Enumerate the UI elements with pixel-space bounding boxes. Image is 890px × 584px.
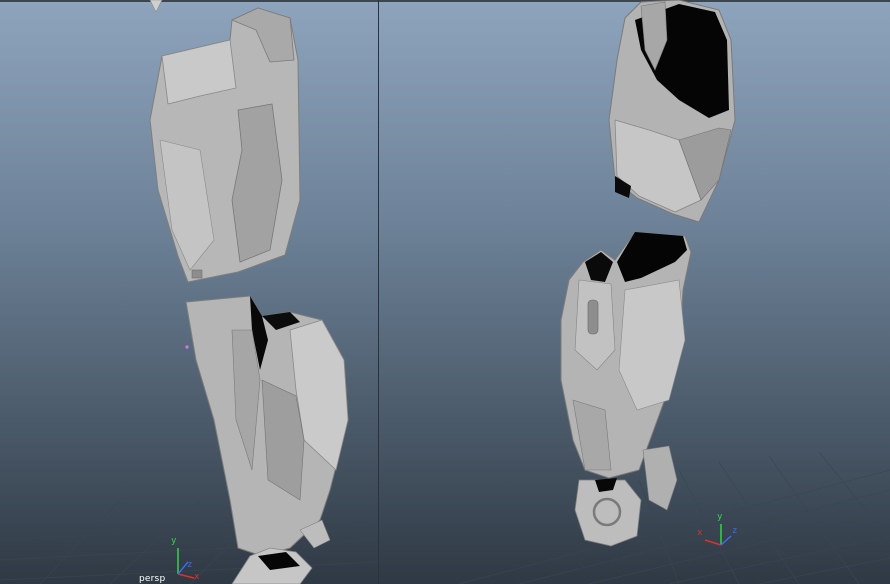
thigh-armor-mesh-side[interactable] (608, 0, 736, 223)
perspective-viewport-left[interactable]: y z x persp (0, 0, 379, 584)
viewport-scene-left[interactable] (0, 0, 378, 584)
axis-label-y: y (171, 536, 177, 546)
thigh-armor-mesh[interactable] (149, 0, 301, 283)
camera-label: persp (139, 574, 166, 584)
shin-armor-mesh[interactable] (185, 295, 349, 584)
axis-label-x: x (194, 572, 200, 582)
viewport-area: y z x persp y x z (0, 0, 890, 584)
axis-label-z: z (187, 560, 193, 570)
pivot-marker (185, 345, 189, 349)
viewport-scene-right[interactable] (379, 0, 890, 584)
axis-label-x: x (697, 528, 703, 538)
axis-label-z: z (732, 526, 738, 536)
shin-armor-mesh-side[interactable] (560, 231, 692, 547)
axis-label-y: y (717, 512, 723, 522)
perspective-viewport-right[interactable]: y x z (379, 0, 890, 584)
